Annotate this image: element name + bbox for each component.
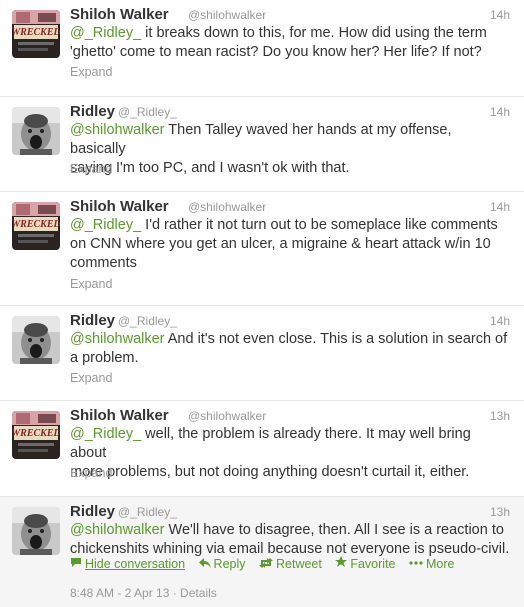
tweet-item[interactable]: Ridley @_Ridley_ 14h @shilohwalker And i… (0, 305, 524, 400)
mention-link[interactable]: @shilohwalker (70, 122, 165, 138)
tweet-text-segment: it breaks down to this, for me. How did … (141, 25, 487, 41)
tweet-timeline: WRECKED Shiloh Walker @shilohwalker 14h … (0, 0, 524, 607)
star-icon (335, 555, 348, 573)
svg-text:WRECKED: WRECKED (12, 428, 60, 439)
mention-link[interactable]: @shilohwalker (70, 331, 165, 347)
tweet-header: Ridley @_Ridley_ 14h (70, 102, 510, 122)
favorite-button[interactable]: Favorite (335, 555, 396, 573)
ellipsis-icon (409, 555, 423, 573)
svg-text:WRECKED: WRECKED (12, 27, 60, 38)
tweet-text: @_Ridley_ well, the problem is already t… (70, 425, 510, 482)
reply-arrow-icon (198, 555, 211, 573)
tweet-meta[interactable]: 8:48 AM - 2 Apr 13 · Details (70, 585, 217, 601)
wrecked-book-cover-icon: WRECKED (12, 10, 60, 58)
more-label: More (425, 557, 455, 571)
reply-label: Reply (213, 557, 246, 571)
author-username[interactable]: @shilohwalker (188, 406, 266, 426)
tweet-text: @shilohwalker We'll have to disagree, th… (70, 521, 510, 559)
tweet-text-segment: And it's not even close. This is a solut… (164, 331, 508, 347)
avatar[interactable] (12, 316, 60, 364)
tweet-header: Ridley @_Ridley_ 14h (70, 311, 510, 331)
tweet-header: Ridley @_Ridley_ 13h (70, 502, 510, 522)
more-button[interactable]: More (409, 555, 454, 573)
tweet-text-segment: I'd rather it not turn out to be somepla… (141, 217, 498, 233)
tweet-text-segment: a problem. (70, 350, 139, 366)
tweet-header: Shiloh Walker @shilohwalker 14h (70, 197, 510, 217)
hide-conversation-label: Hide conversation (85, 557, 186, 571)
avatar[interactable]: WRECKED (12, 10, 60, 58)
hide-conversation-button[interactable]: Hide conversation (70, 555, 185, 573)
author-name[interactable]: Shiloh Walker (70, 406, 169, 426)
tweet-text-segment: We'll have to disagree, then. All I see … (164, 522, 504, 538)
mention-link[interactable]: @_Ridley_ (70, 217, 141, 233)
expand-link[interactable]: Expand (70, 276, 112, 292)
author-username[interactable]: @_Ridley_ (118, 311, 177, 331)
expand-link[interactable]: Expand (70, 64, 112, 80)
tweet-text: @_Ridley_ it breaks down to this, for me… (70, 24, 510, 62)
mention-link[interactable]: @shilohwalker (70, 522, 165, 538)
avatar[interactable] (12, 107, 60, 155)
author-name[interactable]: Shiloh Walker (70, 197, 169, 217)
author-name[interactable]: Ridley (70, 502, 115, 522)
reply-button[interactable]: Reply (198, 555, 246, 573)
tweet-text: @shilohwalker And it's not even close. T… (70, 330, 510, 368)
tweet-text-segment: more problems, but not doing anything do… (70, 464, 470, 480)
author-username[interactable]: @shilohwalker (188, 5, 266, 25)
tweet-text: @_Ridley_ I'd rather it not turn out to … (70, 216, 510, 273)
tweet-header: Shiloh Walker @shilohwalker 14h (70, 5, 510, 25)
tweet-timestamp[interactable]: 13h (490, 406, 510, 426)
tweet-timestamp[interactable]: 13h (490, 502, 510, 522)
expand-link[interactable]: Expand (70, 161, 112, 177)
mention-link[interactable]: @_Ridley_ (70, 426, 141, 442)
tweet-timestamp[interactable]: 14h (490, 197, 510, 217)
tweet-item[interactable]: Ridley @_Ridley_ 14h @shilohwalker Then … (0, 96, 524, 191)
tweet-text-segment: 'ghetto' come to mean racist? Do you kno… (70, 44, 482, 60)
tweet-timestamp[interactable]: 14h (490, 5, 510, 25)
tweet-item[interactable]: WRECKED Shiloh Walker @shilohwalker 14h … (0, 191, 524, 305)
tweet-actions: Hide conversation Reply Retweet Favorite (70, 555, 464, 573)
author-name[interactable]: Ridley (70, 102, 115, 122)
tweet-text-segment: on CNN where you get an ulcer, a migrain… (70, 236, 491, 252)
tweet-item-expanded[interactable]: Ridley @_Ridley_ 13h @shilohwalker We'll… (0, 496, 524, 607)
screaming-child-photo-icon (12, 107, 60, 155)
tweet-item[interactable]: WRECKED Shiloh Walker @shilohwalker 14h … (0, 0, 524, 96)
tweet-text-segment: comments (70, 255, 137, 271)
speech-bubble-icon (70, 555, 82, 573)
retweet-icon (259, 555, 273, 573)
wrecked-book-cover-icon: WRECKED (12, 411, 60, 459)
author-username[interactable]: @_Ridley_ (118, 102, 177, 122)
avatar[interactable]: WRECKED (12, 411, 60, 459)
tweet-item[interactable]: WRECKED Shiloh Walker @shilohwalker 13h … (0, 400, 524, 496)
favorite-label: Favorite (350, 557, 396, 571)
screaming-child-photo-icon (12, 507, 60, 555)
avatar[interactable]: WRECKED (12, 202, 60, 250)
wrecked-book-cover-icon: WRECKED (12, 202, 60, 250)
author-username[interactable]: @_Ridley_ (118, 502, 177, 522)
tweet-timestamp[interactable]: 14h (490, 102, 510, 122)
tweet-timestamp[interactable]: 14h (490, 311, 510, 331)
tweet-text: @shilohwalker Then Talley waved her hand… (70, 121, 510, 178)
avatar[interactable] (12, 507, 60, 555)
expand-link[interactable]: Expand (70, 370, 112, 386)
retweet-label: Retweet (276, 557, 322, 571)
retweet-button[interactable]: Retweet (259, 555, 322, 573)
expand-link[interactable]: Expand (70, 465, 112, 481)
author-name[interactable]: Ridley (70, 311, 115, 331)
tweet-header: Shiloh Walker @shilohwalker 13h (70, 406, 510, 426)
author-username[interactable]: @shilohwalker (188, 197, 266, 217)
author-name[interactable]: Shiloh Walker (70, 5, 169, 25)
mention-link[interactable]: @_Ridley_ (70, 25, 141, 41)
screaming-child-photo-icon (12, 316, 60, 364)
svg-text:WRECKED: WRECKED (12, 219, 60, 230)
